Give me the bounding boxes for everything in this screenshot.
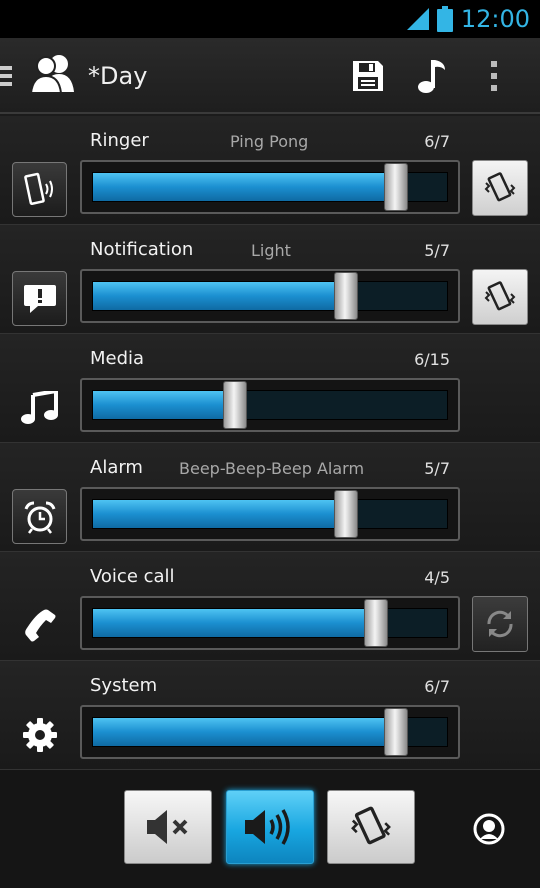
slider-fill <box>93 282 346 310</box>
gear-icon <box>22 717 57 752</box>
row-label: Alarm <box>90 457 143 478</box>
volume-row-notification: Notification Light 5/7 <box>0 225 540 334</box>
vibrate-icon <box>351 806 391 845</box>
vibrate-icon <box>484 172 516 202</box>
vibrate-mode-button[interactable] <box>327 790 415 864</box>
save-button[interactable] <box>348 56 388 96</box>
volume-row-ringer: Ringer Ping Pong 6/7 <box>0 116 540 225</box>
volume-slider[interactable] <box>80 487 460 541</box>
vibrate-icon <box>484 281 516 311</box>
clock: 12:00 <box>460 5 530 33</box>
ringtone-name[interactable]: Ping Pong <box>230 132 308 151</box>
slider-track <box>92 490 448 538</box>
volume-slider[interactable] <box>80 705 460 759</box>
volume-row-media: Media 6/15 <box>0 334 540 443</box>
volume-slider[interactable] <box>80 596 460 650</box>
volume-row-system: System 6/7 <box>0 661 540 770</box>
ringer-mode-bar <box>0 770 540 888</box>
volume-slider[interactable] <box>80 160 460 214</box>
alarm-test-button[interactable] <box>12 489 67 544</box>
overflow-menu-button[interactable] <box>474 56 514 96</box>
profile-title[interactable]: *Day <box>88 62 147 90</box>
slider-thumb[interactable] <box>364 599 389 647</box>
sound-on-icon <box>245 809 290 845</box>
mute-icon <box>147 810 188 844</box>
volume-value: 4/5 <box>424 568 450 587</box>
status-icons: 12:00 <box>405 4 530 34</box>
sound-mode-button[interactable] <box>226 790 314 864</box>
slider-fill <box>93 609 377 637</box>
slider-thumb[interactable] <box>333 490 358 538</box>
circle-icon[interactable] <box>472 812 506 846</box>
slider-thumb[interactable] <box>384 708 409 756</box>
volume-value: 5/7 <box>424 459 450 478</box>
phone-ring-icon <box>23 172 53 205</box>
slider-fill <box>93 391 235 419</box>
volume-value: 5/7 <box>424 241 450 260</box>
slider-track <box>92 163 448 211</box>
slider-fill <box>93 718 397 746</box>
media-icon-box <box>12 380 67 435</box>
volume-row-alarm: Alarm Beep-Beep-Beep Alarm 5/7 <box>0 443 540 552</box>
slider-track <box>92 708 448 756</box>
action-bar: *Day <box>0 38 540 114</box>
row-label: Ringer <box>90 130 149 151</box>
ringer-test-button[interactable] <box>12 162 67 217</box>
row-label: System <box>90 675 158 696</box>
slider-thumb[interactable] <box>333 272 358 320</box>
music-note-icon <box>20 390 58 424</box>
battery-icon <box>436 6 453 32</box>
vibrate-toggle[interactable] <box>472 160 528 216</box>
slider-fill <box>93 500 346 528</box>
row-label: Notification <box>90 239 194 260</box>
people-icon[interactable] <box>30 52 76 94</box>
voice-call-icon-box <box>12 598 67 653</box>
volume-value: 6/7 <box>424 677 450 696</box>
slider-thumb[interactable] <box>222 381 247 429</box>
volume-slider[interactable] <box>80 378 460 432</box>
save-icon <box>353 61 383 91</box>
slider-track <box>92 381 448 429</box>
slider-track <box>92 272 448 320</box>
row-label: Voice call <box>90 566 175 587</box>
volume-slider[interactable] <box>80 269 460 323</box>
mute-mode-button[interactable] <box>124 790 212 864</box>
notification-test-button[interactable] <box>12 271 67 326</box>
alarm-tone-name[interactable]: Beep-Beep-Beep Alarm <box>179 459 364 478</box>
music-note-icon <box>418 60 445 93</box>
row-label: Media <box>90 348 145 369</box>
volume-row-voice-call: Voice call 4/5 <box>0 552 540 661</box>
menu-icon[interactable] <box>0 64 12 88</box>
alarm-clock-icon <box>24 501 55 534</box>
sync-toggle[interactable] <box>472 596 528 652</box>
handset-icon <box>24 609 55 641</box>
overflow-menu-icon <box>491 61 497 91</box>
notification-tone-name[interactable]: Light <box>251 241 291 260</box>
signal-icon <box>406 8 429 30</box>
volume-value: 6/7 <box>424 132 450 151</box>
notification-icon <box>23 284 56 313</box>
slider-thumb[interactable] <box>384 163 409 211</box>
ringtone-button[interactable] <box>412 56 452 96</box>
system-icon-box <box>12 707 67 762</box>
volume-value: 6/15 <box>414 350 450 369</box>
slider-track <box>92 599 448 647</box>
sync-icon <box>487 610 513 638</box>
vibrate-toggle[interactable] <box>472 269 528 325</box>
status-bar: 12:00 <box>0 0 540 38</box>
slider-fill <box>93 173 397 201</box>
